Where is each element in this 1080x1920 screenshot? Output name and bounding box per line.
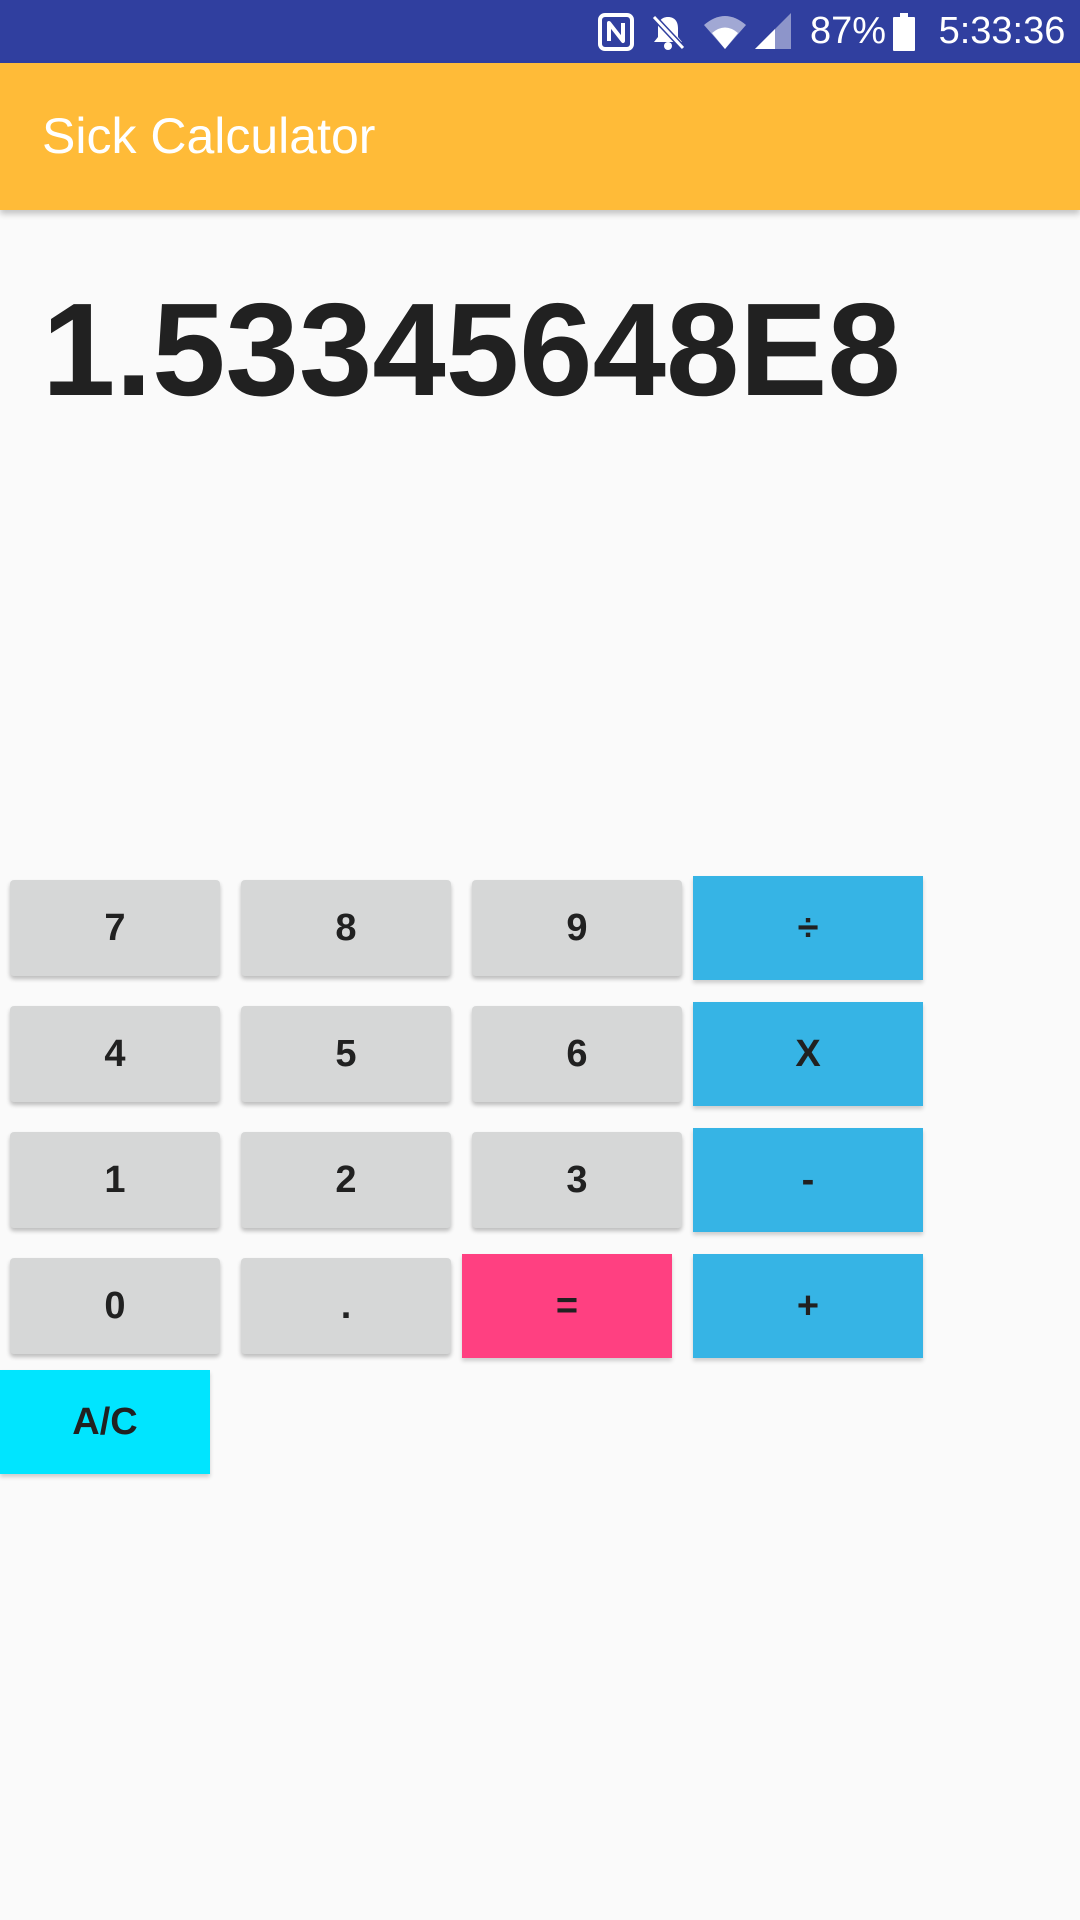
add-button[interactable]: + xyxy=(693,1254,923,1358)
result-display: 1.53345648E8 xyxy=(42,276,901,423)
digit-6-button[interactable]: 6 xyxy=(472,1006,682,1102)
digit-3-button[interactable]: 3 xyxy=(472,1132,682,1228)
multiply-button[interactable]: X xyxy=(693,1002,923,1106)
nfc-icon xyxy=(596,0,636,63)
battery-percent: 87% xyxy=(809,10,887,52)
digit-4-button[interactable]: 4 xyxy=(10,1006,220,1102)
divide-button[interactable]: ÷ xyxy=(693,876,923,980)
digit-0-button[interactable]: 0 xyxy=(10,1258,220,1354)
digit-2-button[interactable]: 2 xyxy=(241,1132,451,1228)
battery-icon xyxy=(892,0,916,63)
app-bar: Sick Calculator xyxy=(0,63,1080,210)
subtract-button[interactable]: - xyxy=(693,1128,923,1232)
digit-5-button[interactable]: 5 xyxy=(241,1006,451,1102)
wifi-icon xyxy=(702,0,748,63)
app-title: Sick Calculator xyxy=(42,108,376,164)
status-clock: 5:33:36 xyxy=(938,10,1066,52)
all-clear-button[interactable]: A/C xyxy=(0,1370,210,1474)
digit-9-button[interactable]: 9 xyxy=(472,880,682,976)
status-bar: 87% 5:33:36 xyxy=(0,0,1080,63)
notifications-off-icon xyxy=(648,0,688,63)
equals-button[interactable]: = xyxy=(462,1254,672,1358)
digit-7-button[interactable]: 7 xyxy=(10,880,220,976)
cell-signal-icon xyxy=(752,0,794,63)
digit-1-button[interactable]: 1 xyxy=(10,1132,220,1228)
digit-8-button[interactable]: 8 xyxy=(241,880,451,976)
decimal-point-button[interactable]: . xyxy=(241,1258,451,1354)
